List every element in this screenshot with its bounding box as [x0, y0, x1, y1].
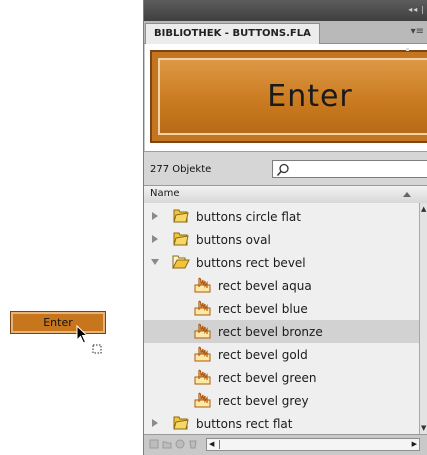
- column-header[interactable]: Name: [144, 185, 427, 204]
- library-list: buttons circle flat buttons oval buttons…: [144, 203, 419, 434]
- folder-icon: [173, 416, 189, 430]
- delete-icon[interactable]: [188, 439, 198, 449]
- panel-title-strip: ◂◂ |: [144, 0, 427, 21]
- list-item[interactable]: buttons oval: [144, 228, 419, 251]
- list-item[interactable]: buttons rect bevel: [144, 251, 419, 274]
- strip-divider: |: [421, 5, 425, 14]
- preview-label: Enter: [267, 79, 353, 114]
- list-item[interactable]: rect bevel grey: [144, 389, 419, 412]
- list-item[interactable]: rect bevel gold: [144, 343, 419, 366]
- list-item[interactable]: buttons circle flat: [144, 205, 419, 228]
- arrow-cursor-icon: [76, 325, 102, 354]
- list-item-label: rect bevel gold: [218, 347, 308, 362]
- button-symbol-icon: [194, 277, 211, 293]
- item-count: 277 Objekte: [150, 164, 212, 175]
- preview-button-frame: Enter: [150, 50, 427, 143]
- new-symbol-icon[interactable]: [149, 439, 159, 449]
- folder-icon: [173, 209, 189, 223]
- panel-footer: ◀ ▶: [144, 434, 427, 455]
- open-folder-icon: [172, 255, 190, 269]
- button-symbol-icon: [194, 300, 211, 316]
- scroll-left-icon[interactable]: ◀: [209, 440, 214, 448]
- button-symbol-icon: [194, 369, 211, 385]
- collapse-panel-button[interactable]: ◂◂: [408, 5, 418, 14]
- list-item-label: buttons rect flat: [196, 416, 293, 431]
- folder-icon: [173, 232, 189, 246]
- list-item-label: buttons circle flat: [196, 209, 301, 224]
- panel-options-menu-icon[interactable]: ▾≡: [411, 26, 424, 37]
- preview-handle: [406, 48, 409, 51]
- list-item[interactable]: rect bevel green: [144, 366, 419, 389]
- expand-arrow-icon[interactable]: [150, 234, 160, 244]
- scroll-up-icon[interactable]: ▲: [421, 205, 426, 213]
- sort-ascending-icon[interactable]: [402, 190, 412, 198]
- stage-enter-label: Enter: [43, 316, 73, 329]
- list-item-label: rect bevel blue: [218, 301, 308, 316]
- expand-arrow-icon[interactable]: [150, 211, 160, 221]
- properties-icon[interactable]: [175, 439, 185, 449]
- count-search-bar: 277 Objekte: [144, 151, 427, 186]
- collapse-arrow-icon[interactable]: [150, 257, 160, 267]
- list-item[interactable]: rect bevel aqua: [144, 274, 419, 297]
- scroll-right-icon[interactable]: ▶: [412, 440, 417, 448]
- list-item-selected[interactable]: rect bevel bronze: [144, 320, 419, 343]
- list-item-label: buttons rect bevel: [196, 255, 306, 270]
- list-item-label: rect bevel green: [218, 370, 317, 385]
- list-item-label: buttons oval: [196, 232, 271, 247]
- search-icon: [276, 163, 289, 176]
- button-symbol-icon: [194, 323, 211, 339]
- vertical-scrollbar[interactable]: ▲ ▼: [419, 203, 427, 434]
- button-symbol-icon: [194, 346, 211, 362]
- scroll-down-icon[interactable]: ▼: [421, 424, 426, 432]
- symbol-preview: Enter: [145, 44, 427, 151]
- search-input[interactable]: [272, 160, 427, 178]
- expand-arrow-icon[interactable]: [150, 418, 160, 428]
- horizontal-scrollbar[interactable]: ◀ ▶: [206, 438, 420, 451]
- scroll-thumb[interactable]: [219, 440, 220, 449]
- list-item-label: rect bevel bronze: [218, 324, 323, 339]
- list-item-label: rect bevel grey: [218, 393, 309, 408]
- tab-library[interactable]: BIBLIOTHEK - BUTTONS.FLA: [145, 23, 320, 44]
- column-name-label: Name: [150, 188, 180, 199]
- button-symbol-icon: [194, 392, 211, 408]
- list-item[interactable]: rect bevel blue: [144, 297, 419, 320]
- list-item-label: rect bevel aqua: [218, 278, 312, 293]
- new-folder-icon[interactable]: [162, 439, 172, 449]
- panel-tabbar: BIBLIOTHEK - BUTTONS.FLA: [144, 21, 427, 44]
- library-panel: ◂◂ | BIBLIOTHEK - BUTTONS.FLA ▾≡ Enter 2…: [143, 0, 427, 455]
- list-item[interactable]: buttons rect flat: [144, 412, 419, 434]
